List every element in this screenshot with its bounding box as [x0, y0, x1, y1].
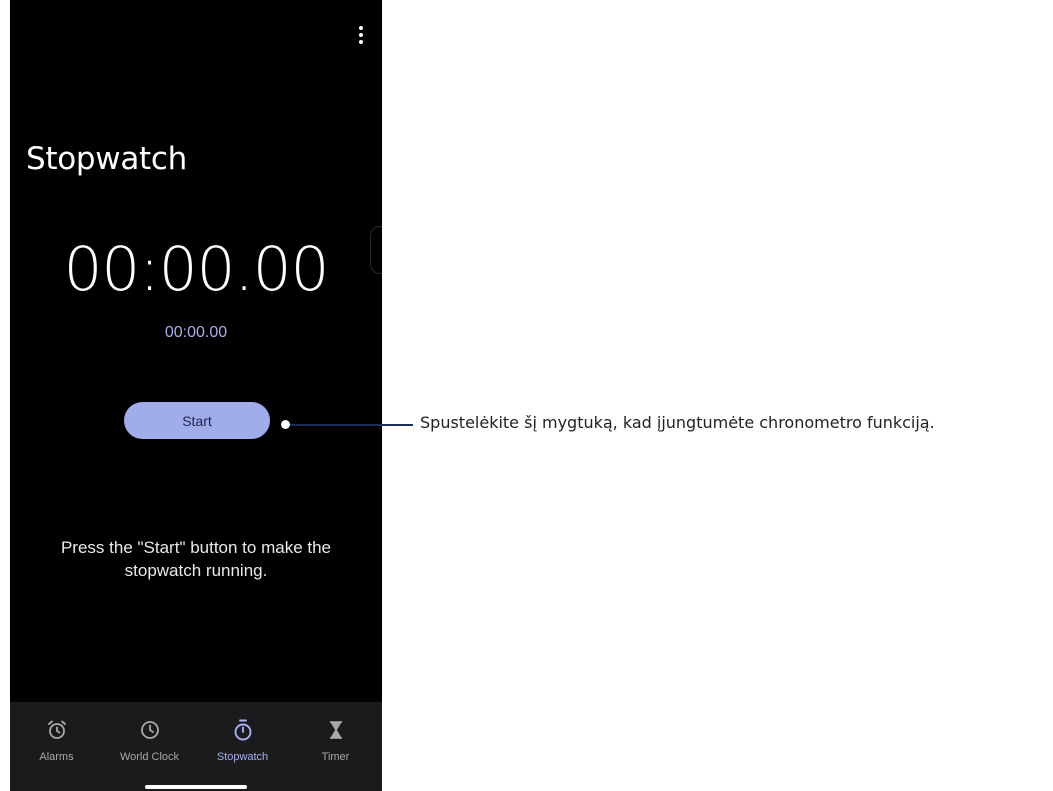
nav-label-timer: Timer — [321, 751, 350, 763]
callout-text: Spustelėkite šį mygtuką, kad įjungtumėte… — [420, 413, 935, 432]
nav-label-world-clock: World Clock — [119, 751, 180, 763]
hourglass-icon — [325, 718, 347, 742]
start-button[interactable]: Start — [124, 402, 270, 439]
clock-icon — [139, 718, 161, 742]
lap-time-display: 00:00.00 — [164, 324, 228, 341]
more-vertical-icon — [359, 26, 363, 30]
alarm-clock-icon — [46, 718, 68, 742]
home-indicator[interactable] — [145, 785, 247, 789]
nav-item-stopwatch[interactable]: Stopwatch — [196, 702, 289, 791]
stopwatch-time-display: 00:00.00 — [63, 234, 330, 305]
more-vertical-icon-dot — [359, 40, 363, 44]
callout-dot — [281, 420, 290, 429]
page-title: Stopwatch — [26, 141, 187, 177]
callout-line — [290, 424, 413, 426]
stopwatch-icon — [232, 718, 254, 742]
nav-item-world-clock[interactable]: World Clock — [103, 702, 196, 791]
more-options-button[interactable] — [350, 24, 372, 46]
nav-item-alarms[interactable]: Alarms — [10, 702, 103, 791]
bottom-navigation: Alarms World Clock Stopwatch Timer — [10, 702, 382, 791]
nav-item-timer[interactable]: Timer — [289, 702, 382, 791]
phone-screen: Stopwatch 00:00.00 00:00.00 Start Press … — [10, 0, 382, 791]
nav-label-stopwatch: Stopwatch — [216, 751, 269, 763]
more-vertical-icon-dot — [359, 33, 363, 37]
instruction-text: Press the "Start" button to make the sto… — [60, 538, 332, 580]
nav-label-alarms: Alarms — [39, 751, 74, 763]
